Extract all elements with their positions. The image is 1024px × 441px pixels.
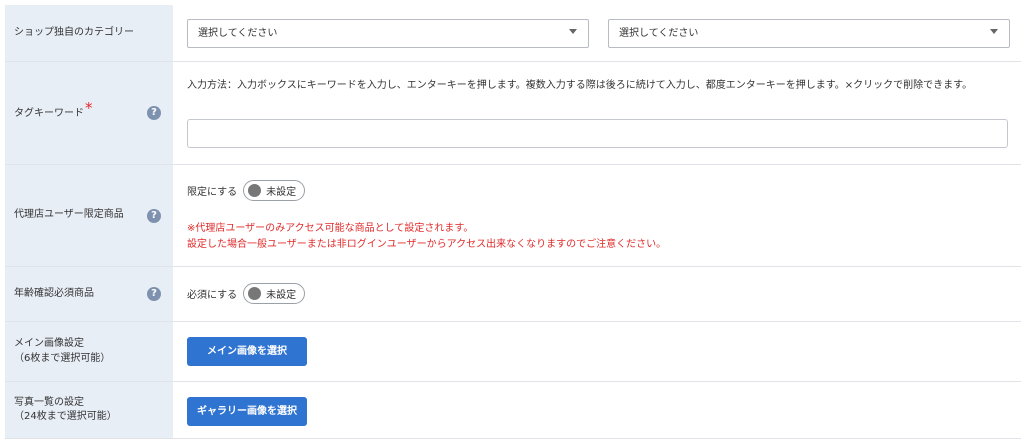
photo-list-label-line1: 写真一覧の設定	[14, 396, 84, 408]
age-verification-toggle-state: 未設定	[266, 290, 297, 301]
tag-keyword-input[interactable]	[187, 119, 1008, 148]
chevron-down-icon	[569, 29, 577, 34]
category-label-cell: ショップ独自のカテゴリー	[5, 5, 173, 61]
main-image-label: メイン画像設定 （6枚まで選択可能）	[14, 337, 110, 366]
tag-keyword-label: タグキーワード*	[14, 101, 93, 122]
photo-list-row: 写真一覧の設定 （24枚まで選択可能） ギャラリー画像を選択	[5, 382, 1021, 439]
age-verification-label: 年齢確認必須商品	[14, 287, 94, 299]
age-verification-toggle-label: 必須にする	[187, 290, 238, 301]
agency-only-notice-line2: 設定した場合一般ユーザーまたは非ログインユーザーからアクセス出来なくなりますので…	[187, 239, 667, 250]
age-verification-toggle[interactable]: 未設定	[243, 283, 306, 304]
photo-list-label-cell: 写真一覧の設定 （24枚まで選択可能）	[5, 382, 173, 438]
age-verification-toggle-group: 必須にする 未設定	[187, 283, 306, 304]
tag-keyword-value-cell: 入力方法：入力ボックスにキーワードを入力し、エンターキーを押します。複数入力する…	[173, 62, 1021, 164]
category-select-secondary-value: 選択してください	[619, 28, 699, 39]
agency-only-label: 代理店ユーザー限定商品	[14, 209, 124, 221]
main-image-value-cell: メイン画像を選択	[173, 322, 1021, 381]
tag-keyword-label-text: タグキーワード	[14, 108, 84, 120]
main-image-label-line1: メイン画像設定	[14, 338, 84, 349]
help-icon[interactable]: ?	[147, 208, 161, 223]
agency-only-row: 代理店ユーザー限定商品 ? 限定にする 未設定 ※代理店ユーザーのみアクセス可能…	[5, 165, 1021, 267]
toggle-knob	[248, 184, 262, 197]
agency-only-toggle-state: 未設定	[266, 187, 297, 198]
category-label: ショップ独自のカテゴリー	[14, 26, 134, 38]
agency-only-label-cell: 代理店ユーザー限定商品 ?	[5, 165, 173, 266]
photo-list-label: 写真一覧の設定 （24枚まで選択可能）	[14, 396, 117, 425]
required-mark: *	[85, 99, 93, 118]
select-main-image-button[interactable]: メイン画像を選択	[187, 337, 307, 366]
category-select-primary[interactable]: 選択してください	[187, 19, 589, 48]
main-image-row: メイン画像設定 （6枚まで選択可能） メイン画像を選択	[5, 322, 1021, 382]
agency-only-toggle[interactable]: 未設定	[243, 180, 306, 201]
category-row: ショップ独自のカテゴリー 選択してください 選択してください	[5, 5, 1021, 62]
photo-list-value-cell: ギャラリー画像を選択	[173, 382, 1021, 438]
category-select-primary-value: 選択してください	[198, 28, 278, 39]
tag-keyword-instruction: 入力方法：入力ボックスにキーワードを入力し、エンターキーを押します。複数入力する…	[187, 80, 973, 91]
agency-only-toggle-group: 限定にする 未設定	[187, 180, 306, 201]
category-value-cell: 選択してください 選択してください	[173, 5, 1021, 61]
agency-only-notice-line1: ※代理店ユーザーのみアクセス可能な商品として設定されます。	[187, 223, 474, 234]
agency-only-value-cell: 限定にする 未設定 ※代理店ユーザーのみアクセス可能な商品として設定されます。 …	[173, 165, 1021, 266]
main-image-label-cell: メイン画像設定 （6枚まで選択可能）	[5, 322, 173, 381]
chevron-down-icon	[990, 29, 998, 34]
toggle-knob	[248, 287, 262, 300]
category-select-secondary[interactable]: 選択してください	[608, 19, 1010, 48]
tag-keyword-label-cell: タグキーワード* ?	[5, 62, 173, 164]
agency-only-notice: ※代理店ユーザーのみアクセス可能な商品として設定されます。 設定した場合一般ユー…	[187, 221, 666, 253]
product-settings-form: ショップ独自のカテゴリー 選択してください 選択してください タグキーワード* …	[0, 0, 1024, 441]
help-icon[interactable]: ?	[147, 287, 161, 301]
select-gallery-image-button[interactable]: ギャラリー画像を選択	[187, 397, 307, 426]
photo-list-label-line2: （24枚まで選択可能）	[14, 411, 117, 422]
help-icon[interactable]: ?	[147, 106, 161, 120]
main-image-label-line2: （6枚まで選択可能）	[14, 352, 111, 364]
age-verification-value-cell: 必須にする 未設定	[173, 267, 1021, 321]
age-verification-row: 年齢確認必須商品 ? 必須にする 未設定	[5, 267, 1021, 322]
age-verification-label-cell: 年齢確認必須商品 ?	[5, 267, 173, 321]
agency-only-toggle-label: 限定にする	[187, 187, 238, 198]
tag-keyword-row: タグキーワード* ? 入力方法：入力ボックスにキーワードを入力し、エンターキーを…	[5, 62, 1021, 165]
